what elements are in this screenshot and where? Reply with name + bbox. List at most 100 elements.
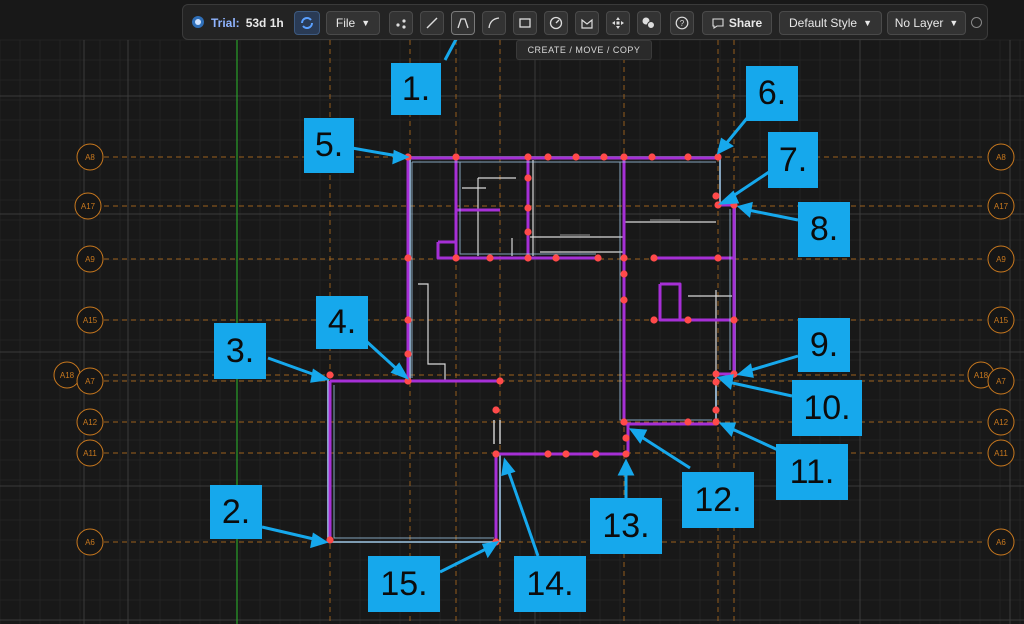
app-logo-icon xyxy=(191,15,205,32)
sync-button[interactable] xyxy=(294,11,320,35)
top-toolbar: Trial: 53d 1h File ▼ ? Share Default Sty… xyxy=(182,4,988,40)
vertex-dot xyxy=(620,296,628,304)
svg-text:?: ? xyxy=(680,19,685,28)
style-select[interactable]: Default Style ▼ xyxy=(779,11,882,35)
copy-shapes-icon xyxy=(641,16,657,30)
point-tool-button[interactable] xyxy=(389,11,413,35)
callout-10: 10. xyxy=(792,380,862,436)
callout-14: 14. xyxy=(514,556,586,612)
axis-label-left: A17 xyxy=(81,202,96,211)
callout-8: 8. xyxy=(798,202,850,257)
axis-label-left: A6 xyxy=(85,538,95,547)
vertex-dot xyxy=(648,153,656,161)
wall-layer xyxy=(328,156,736,542)
vertex-dot xyxy=(712,418,720,426)
vertex-dot xyxy=(562,450,570,458)
polyline-icon xyxy=(456,16,470,30)
share-button[interactable]: Share xyxy=(702,11,772,35)
wall-inner-face xyxy=(333,161,731,539)
axis-label-left: A11 xyxy=(83,449,97,458)
axis-label-left: A18 xyxy=(60,371,75,380)
vertex-dot xyxy=(712,406,720,414)
callout-11: 11. xyxy=(776,444,848,500)
vertex-dot xyxy=(524,204,532,212)
callout-4: 4. xyxy=(316,296,368,349)
vertex-dot xyxy=(524,153,532,161)
vertex-dot xyxy=(404,316,412,324)
trial-value: 53d 1h xyxy=(245,16,284,30)
move-tool-button[interactable] xyxy=(606,11,630,35)
share-label: Share xyxy=(728,16,763,30)
vertex-dot xyxy=(714,153,722,161)
chevron-down-icon: ▼ xyxy=(863,18,872,28)
vertex-dot xyxy=(524,174,532,182)
gauge-icon xyxy=(549,16,563,30)
axis-label-left: A8 xyxy=(85,153,95,162)
vertex-dot xyxy=(684,153,692,161)
axis-label-right: A15 xyxy=(994,316,1009,325)
axis-label-right: A18 xyxy=(974,371,989,380)
arc-tool-button[interactable] xyxy=(482,11,506,35)
chevron-down-icon: ▼ xyxy=(361,18,371,28)
callout-7: 7. xyxy=(768,132,818,188)
vertex-dot xyxy=(326,371,334,379)
vertex-dot xyxy=(524,254,532,262)
vertex-dot xyxy=(622,450,630,458)
callout-5: 5. xyxy=(304,118,354,173)
sync-icon xyxy=(299,15,315,31)
vertex-dot xyxy=(496,377,504,385)
vertex-dot xyxy=(544,153,552,161)
outer-wall-face xyxy=(327,156,736,543)
axis-label-right: A17 xyxy=(994,202,1009,211)
rectangle-tool-button[interactable] xyxy=(513,11,537,35)
file-menu-button[interactable]: File ▼ xyxy=(326,11,380,35)
major-grid xyxy=(0,40,1024,624)
callout-6: 6. xyxy=(746,66,798,121)
trial-badge[interactable]: Trial: 53d 1h xyxy=(191,11,284,35)
callout-15: 15. xyxy=(368,556,440,612)
vertex-dot xyxy=(592,450,600,458)
axis-label-right: A7 xyxy=(996,377,1006,386)
vertex-dot xyxy=(492,406,500,414)
comment-icon xyxy=(712,17,724,29)
axis-label-right: A9 xyxy=(996,255,1006,264)
vertex-dot xyxy=(492,450,500,458)
vertex-dot xyxy=(486,254,494,262)
help-button[interactable]: ? xyxy=(670,11,694,35)
copy-tool-button[interactable] xyxy=(637,11,661,35)
line-tool-button[interactable] xyxy=(420,11,444,35)
drawing-canvas[interactable]: A8 A17 A9 A15 A18 A7 A12 A11 A6 A8 A17 A9 A15 A18 A7 A1… xyxy=(0,0,1024,624)
vertex-dot xyxy=(452,254,460,262)
line-icon xyxy=(425,16,439,30)
help-icon: ? xyxy=(675,16,689,30)
vertex-dot xyxy=(712,192,720,200)
vertex-dot xyxy=(552,254,560,262)
axis-label-left: A7 xyxy=(85,377,95,386)
vertex-dot xyxy=(712,378,720,386)
axis-label-right: A12 xyxy=(994,418,1009,427)
vertex-dot xyxy=(452,153,460,161)
vertex-dot xyxy=(620,153,628,161)
vertex-dot xyxy=(600,153,608,161)
arc-icon xyxy=(487,16,501,30)
vertex-dot xyxy=(650,316,658,324)
vertex-dot xyxy=(714,254,722,262)
chevron-down-icon: ▼ xyxy=(949,18,959,28)
wall-tool-button[interactable] xyxy=(575,11,599,35)
vertex-dot xyxy=(572,153,580,161)
vertex-dot xyxy=(620,418,628,426)
trial-label: Trial: xyxy=(211,16,240,30)
vertex-dot xyxy=(594,254,602,262)
measure-tool-button[interactable] xyxy=(544,11,568,35)
move-icon xyxy=(611,16,625,30)
vertex-dot xyxy=(650,254,658,262)
vertex-dot xyxy=(712,370,720,378)
vertex-dot xyxy=(404,254,412,262)
polyline-tool-button[interactable] xyxy=(451,11,475,35)
axis-label-left: A12 xyxy=(83,418,98,427)
style-select-label: Default Style xyxy=(789,16,858,30)
layer-select[interactable]: No Layer ▼ xyxy=(887,11,966,35)
vertex-points xyxy=(326,153,738,546)
drafting-lines xyxy=(418,160,732,412)
callout-13: 13. xyxy=(590,498,662,554)
